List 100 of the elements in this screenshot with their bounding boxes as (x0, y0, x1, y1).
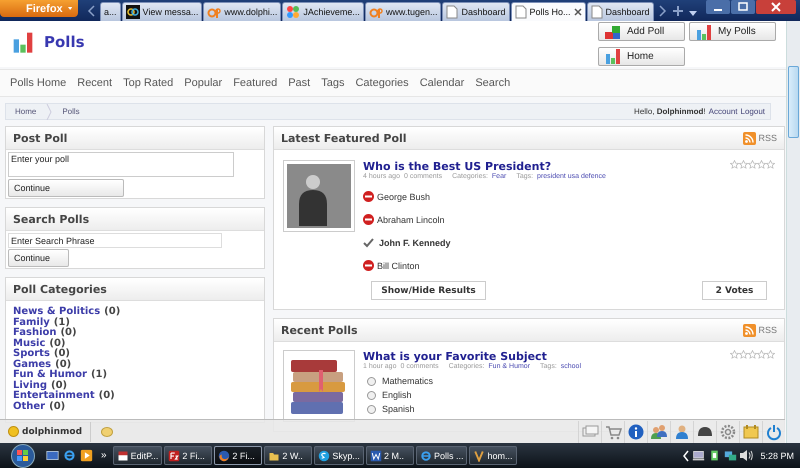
votes-count: 2 Votes (702, 281, 767, 300)
browser-tab[interactable]: www.tugen... (364, 2, 442, 21)
breadcrumb-link[interactable]: Home (11, 107, 40, 116)
browser-tab[interactable]: www.dolphi... (203, 2, 282, 21)
bar-chart-icon (605, 47, 621, 65)
clock-text: 5:28 PM (760, 450, 794, 460)
site-title: Polls (44, 33, 85, 51)
taskbar-button[interactable]: Polls ... (416, 446, 468, 465)
poll-input-field[interactable]: Enter your poll (8, 152, 234, 177)
rss-link[interactable]: RSS (743, 324, 777, 336)
taskbar-button[interactable]: 2 Fi... (164, 446, 212, 465)
nav-link[interactable]: Tags (321, 77, 344, 89)
rating-stars[interactable] (730, 350, 775, 359)
category-count: (0) (54, 349, 70, 359)
continue-button[interactable]: Continue (8, 249, 69, 267)
star-icon (730, 350, 739, 359)
star-icon (730, 160, 739, 169)
calendar-icon[interactable] (742, 422, 760, 440)
continue-button[interactable]: Continue (8, 179, 124, 197)
rss-link[interactable]: RSS (743, 132, 777, 144)
radio-button[interactable] (367, 376, 376, 386)
dropdown-icon (688, 11, 697, 17)
taskbar-button[interactable]: hom... (469, 446, 518, 465)
category-count: (0) (60, 328, 77, 338)
category-count: (1) (54, 318, 70, 328)
taskbar-button[interactable]: 2 W.. (264, 446, 312, 465)
option-text: Bill Clinton (377, 260, 420, 270)
account-link[interactable]: Logout (740, 107, 765, 116)
power-icon[interactable] (765, 422, 783, 440)
rss-icon (743, 132, 756, 144)
header-button[interactable]: My Polls (689, 22, 776, 41)
browser-tab[interactable]: Dashboard (586, 2, 654, 21)
category-link[interactable]: News & Politics (13, 307, 100, 318)
app-icon (473, 450, 486, 462)
taskbar-button[interactable]: EditP... (112, 446, 162, 465)
gear-icon[interactable] (719, 422, 737, 440)
user-status[interactable]: dolphinmod (8, 422, 92, 442)
nav-link[interactable]: Popular (184, 77, 222, 89)
nav-link[interactable]: Search (475, 77, 510, 89)
nav-link[interactable]: Featured (233, 77, 278, 89)
category-count: (0) (49, 402, 66, 412)
user-icon[interactable] (673, 422, 691, 440)
scroll-left-icon (87, 5, 97, 17)
browser-tab[interactable]: a... (100, 2, 121, 21)
category-link[interactable]: Music (13, 338, 46, 349)
category-link[interactable]: Sports (13, 349, 50, 360)
header-button[interactable]: Home (598, 46, 685, 66)
app-icon (218, 450, 230, 462)
category-link[interactable]: Family (13, 318, 50, 328)
panel-title: Recent Polls (281, 324, 358, 336)
category-link[interactable]: Entertainment (13, 391, 95, 402)
info-icon[interactable] (627, 422, 645, 440)
category-link[interactable]: Fashion (13, 328, 56, 338)
taskbar-button[interactable]: 2 Fi... (214, 446, 262, 465)
radio-button[interactable] (367, 404, 376, 414)
account-link[interactable]: Account (708, 107, 738, 116)
chevron-icon (46, 104, 52, 120)
category-link[interactable]: Living (13, 380, 48, 391)
category-link[interactable]: Games (13, 360, 52, 370)
nav-link[interactable]: Recent (77, 77, 112, 89)
browser-tab[interactable]: View messa... (122, 2, 202, 21)
nav-link[interactable]: Categories (355, 77, 409, 89)
poll-question-link[interactable]: What is your Favorite Subject (363, 350, 547, 363)
scrollbar[interactable] (786, 21, 800, 443)
start-button[interactable] (8, 444, 38, 468)
show-desktop-icon[interactable] (46, 449, 59, 462)
browser-e-icon[interactable] (63, 449, 76, 462)
taskbar-button[interactable]: 2 M.. (366, 446, 414, 465)
check-icon (363, 237, 374, 248)
search-field[interactable]: Enter Search Phrase (8, 233, 222, 248)
nav-link[interactable]: Past (288, 77, 310, 89)
breadcrumb-link[interactable]: Polls (58, 107, 84, 116)
books-drawing (283, 350, 355, 422)
no-entry-icon (363, 260, 374, 271)
nav-link[interactable]: Top Rated (123, 77, 174, 89)
close-icon (574, 8, 582, 16)
poll-question-link[interactable]: Who is the Best US President? (363, 160, 552, 173)
media-player-icon[interactable] (80, 449, 93, 462)
header-button[interactable]: Add Poll (598, 22, 685, 41)
nav-link[interactable]: Polls Home (10, 77, 66, 89)
star-icon (766, 350, 775, 359)
app-icon (420, 450, 432, 462)
minimize-icon (706, 0, 730, 14)
radio-button[interactable] (367, 390, 376, 400)
users-icon[interactable] (650, 422, 668, 440)
rating-stars[interactable] (730, 160, 775, 169)
browser-tab[interactable]: JAchieveme... (282, 2, 364, 21)
panel-title: Search Polls (13, 212, 90, 226)
rss-icon (743, 324, 756, 336)
panel-title: Latest Featured Poll (281, 132, 407, 144)
taskbar-button[interactable]: Skyp... (314, 446, 364, 465)
show-results-button[interactable]: Show/Hide Results (371, 281, 486, 300)
no-entry-icon (363, 214, 374, 225)
category-link[interactable]: Other (13, 402, 46, 412)
browser-tab[interactable]: Polls Ho... (510, 2, 586, 21)
browser-tab[interactable]: Dashboard (442, 2, 510, 21)
category-link[interactable]: Fun & Humor (13, 370, 87, 380)
nav-link[interactable]: Calendar (420, 77, 464, 89)
scroll-right-icon (656, 5, 667, 17)
more-button[interactable]: » (101, 450, 107, 461)
